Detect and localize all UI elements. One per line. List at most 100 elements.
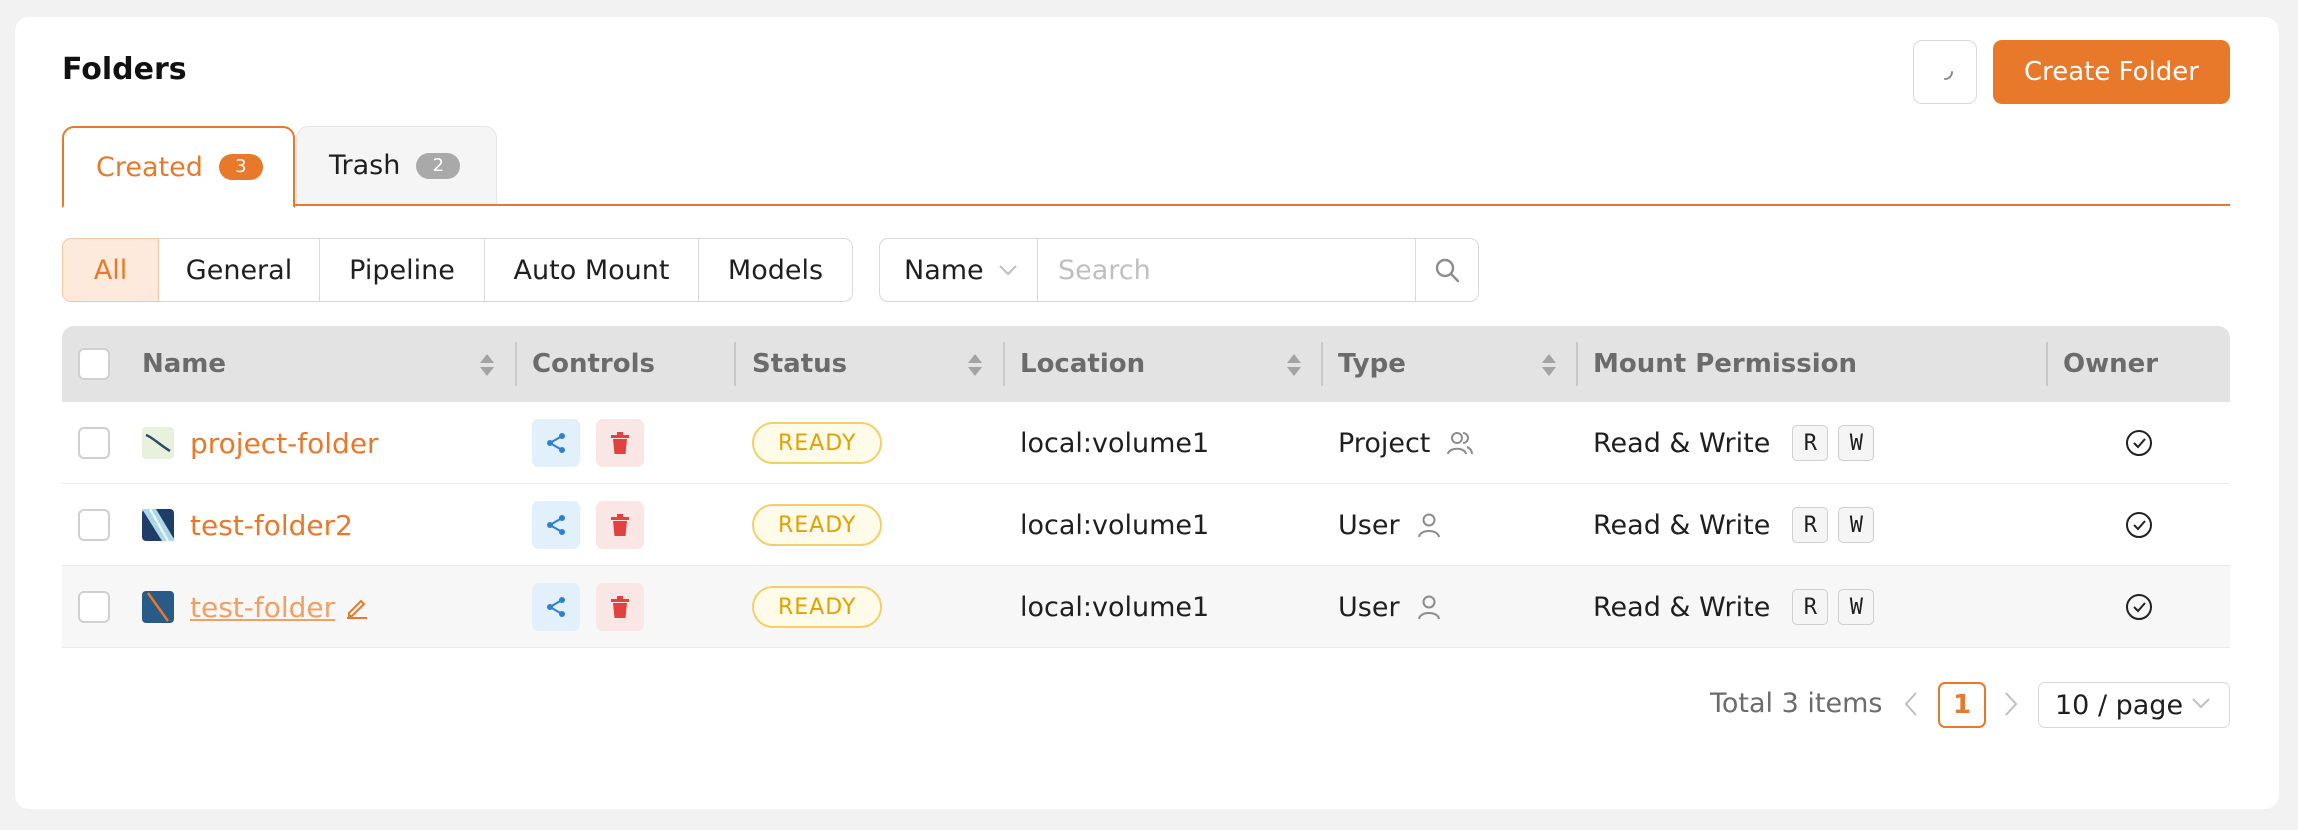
share-icon <box>547 597 565 617</box>
folder-tabs: Created 3 Trash 2 <box>62 126 2230 208</box>
delete-button[interactable] <box>596 501 644 549</box>
write-key: W <box>1838 507 1875 543</box>
edit-icon[interactable] <box>345 595 369 619</box>
status-badge: READY <box>752 586 883 628</box>
sort-icon[interactable] <box>1540 352 1558 378</box>
read-key: R <box>1792 507 1829 543</box>
share-button[interactable] <box>532 501 580 549</box>
folder-name-link[interactable]: project-folder <box>190 427 379 460</box>
tab-label: Created <box>96 151 203 183</box>
delete-button[interactable] <box>596 583 644 631</box>
table-row: project-folder READY local:volume1 Proje… <box>62 402 2230 484</box>
permission-label: Read & Write <box>1593 427 1771 459</box>
folder-icon <box>142 427 174 459</box>
column-header-type[interactable]: Type <box>1338 326 1406 402</box>
folder-name-link[interactable]: test-folder <box>190 591 335 624</box>
chevron-down-icon <box>998 265 1017 276</box>
row-checkbox[interactable] <box>78 591 110 623</box>
filter-general[interactable]: General <box>158 238 320 302</box>
folder-icon <box>142 509 174 541</box>
status-badge: READY <box>752 504 883 546</box>
chevron-right-icon[interactable] <box>2003 690 2019 718</box>
search-input[interactable] <box>1038 238 1416 302</box>
location-cell: local:volume1 <box>1020 509 1210 541</box>
check-circle-icon <box>2126 430 2152 456</box>
filter-all[interactable]: All <box>62 238 159 302</box>
search-icon <box>1435 258 1460 283</box>
type-label: Project <box>1338 427 1431 459</box>
folder-icon <box>142 591 174 623</box>
table-row: test-folder2 READY local:volume1 User Re… <box>62 484 2230 566</box>
check-circle-icon <box>2126 594 2152 620</box>
read-key: R <box>1792 589 1829 625</box>
delete-button[interactable] <box>596 419 644 467</box>
user-icon <box>1417 595 1440 620</box>
sort-icon[interactable] <box>1285 352 1303 378</box>
table-header: Name Controls Status Location Type Mount… <box>62 326 2230 402</box>
page-title: Folders <box>62 52 187 87</box>
column-header-name[interactable]: Name <box>142 326 226 402</box>
chevron-down-icon <box>2192 698 2210 709</box>
search-button[interactable] <box>1416 238 1479 302</box>
select-all-cell <box>78 326 110 402</box>
create-folder-button[interactable]: Create Folder <box>1993 40 2230 104</box>
read-key: R <box>1792 425 1829 461</box>
share-button[interactable] <box>532 419 580 467</box>
write-key: W <box>1838 589 1875 625</box>
share-button[interactable] <box>532 583 580 631</box>
location-cell: local:volume1 <box>1020 591 1210 623</box>
type-label: User <box>1338 591 1400 623</box>
filter-pipeline[interactable]: Pipeline <box>319 238 485 302</box>
column-divider <box>515 342 517 386</box>
tabs-underline <box>62 204 2230 206</box>
column-divider <box>1576 342 1578 386</box>
column-header-status[interactable]: Status <box>752 326 847 402</box>
column-divider <box>1003 342 1005 386</box>
tab-count-badge: 2 <box>416 152 461 179</box>
column-divider <box>1321 342 1323 386</box>
column-header-controls: Controls <box>532 349 655 379</box>
search-field-value: Name <box>904 254 984 286</box>
folder-name-link[interactable]: test-folder2 <box>190 509 353 542</box>
table-row: test-folder READY local:volume1 User Rea… <box>62 566 2230 648</box>
permission-label: Read & Write <box>1593 509 1771 541</box>
page-size-select[interactable]: 10 / page <box>2038 682 2230 728</box>
sort-icon[interactable] <box>966 352 984 378</box>
folders-table: Name Controls Status Location Type Mount… <box>62 326 2230 648</box>
sort-icon[interactable] <box>478 352 496 378</box>
column-header-owner: Owner <box>2063 349 2159 379</box>
column-divider <box>2046 342 2048 386</box>
share-icon <box>547 433 565 453</box>
status-badge: READY <box>752 422 883 464</box>
tab-created[interactable]: Created 3 <box>62 126 295 208</box>
filter-auto-mount[interactable]: Auto Mount <box>484 238 699 302</box>
tab-trash[interactable]: Trash 2 <box>296 126 497 204</box>
share-icon <box>547 515 565 535</box>
page-size-value: 10 / page <box>2055 689 2184 721</box>
check-circle-icon <box>2126 512 2152 538</box>
write-key: W <box>1838 425 1875 461</box>
filter-models[interactable]: Models <box>698 238 853 302</box>
trash-icon <box>611 514 629 536</box>
trash-icon <box>611 432 629 454</box>
tab-count-badge: 3 <box>218 154 263 180</box>
chevron-left-icon[interactable] <box>1903 690 1919 718</box>
type-label: User <box>1338 509 1400 541</box>
page-number-current[interactable]: 1 <box>1938 682 1986 728</box>
search-group: Name <box>879 238 1479 302</box>
trash-icon <box>611 596 629 618</box>
folder-type-filter: All General Pipeline Auto Mount Models <box>62 238 853 302</box>
refresh-button[interactable] <box>1913 40 1977 104</box>
row-checkbox[interactable] <box>78 509 110 541</box>
location-cell: local:volume1 <box>1020 427 1210 459</box>
loading-spinner-icon <box>1944 71 1953 80</box>
tab-label: Trash <box>329 150 401 181</box>
user-icon <box>1417 513 1440 538</box>
permission-label: Read & Write <box>1593 591 1771 623</box>
select-all-checkbox[interactable] <box>78 348 110 380</box>
row-checkbox[interactable] <box>78 427 110 459</box>
search-field-select[interactable]: Name <box>879 238 1038 302</box>
column-divider <box>734 342 736 386</box>
column-header-location[interactable]: Location <box>1020 326 1145 402</box>
column-header-mount-permission: Mount Permission <box>1593 349 1857 379</box>
